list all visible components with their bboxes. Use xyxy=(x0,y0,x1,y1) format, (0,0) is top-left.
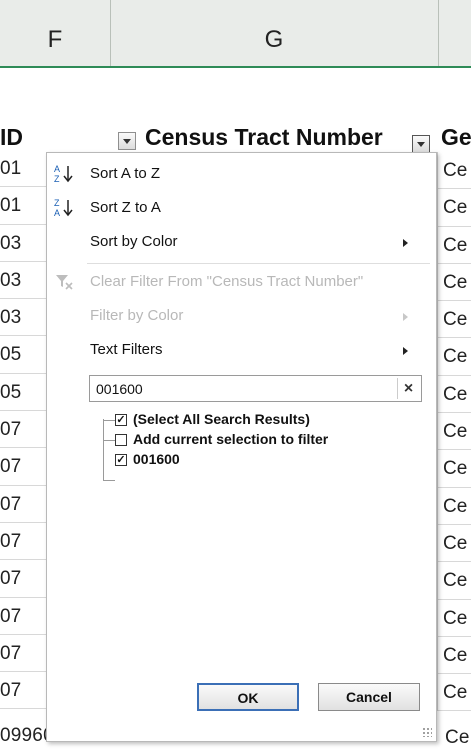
filter-search-box: × xyxy=(89,375,422,402)
census-tract-header: Census Tract Number xyxy=(145,124,383,150)
id-cell[interactable]: 05 xyxy=(0,374,46,412)
next-column-cell[interactable]: Ce xyxy=(438,637,471,675)
menu-item-label: Clear Filter From "Census Tract Number" xyxy=(90,273,364,290)
submenu-arrow-icon xyxy=(403,239,408,247)
add-current-selection-checkbox[interactable] xyxy=(115,434,127,446)
column-separator xyxy=(438,0,439,66)
menu-item-label: Sort by Color xyxy=(90,233,178,250)
menu-item-label: Sort A to Z xyxy=(90,165,161,182)
select-all-checkbox[interactable]: ✓ xyxy=(115,414,127,426)
next-column-cell[interactable]: Ce xyxy=(438,338,471,376)
resize-grip-icon[interactable] xyxy=(422,727,432,737)
menu-item-label: Filter by Color xyxy=(90,307,184,324)
menu-item-sort-z-to-a[interactable]: Z A Sort Z to A xyxy=(47,191,436,225)
id-cell[interactable]: 07 xyxy=(0,448,46,486)
svg-text:A: A xyxy=(54,208,60,218)
id-cell[interactable]: 07 xyxy=(0,598,46,635)
menu-item-label: Text Filters xyxy=(90,341,163,358)
id-cell[interactable]: 01 xyxy=(0,187,46,225)
autofilter-dropdown: A Z Sort A to Z Z A Sort Z to A Sort by … xyxy=(46,152,437,742)
menu-separator xyxy=(87,263,430,264)
svg-text:Z: Z xyxy=(54,174,60,184)
id-cell[interactable]: 03 xyxy=(0,262,46,300)
next-column-cell[interactable]: Ce xyxy=(438,301,471,339)
sort-descending-icon: Z A xyxy=(53,197,75,219)
sort-ascending-icon: A Z xyxy=(53,163,75,185)
census-tract-filter-button[interactable] xyxy=(412,135,430,153)
next-column-cell[interactable]: Ce xyxy=(438,152,471,190)
next-column-cell[interactable]: Ce xyxy=(438,562,471,600)
menu-item-clear-filter[interactable]: Clear Filter From "Census Tract Number" xyxy=(47,265,436,299)
clear-filter-icon xyxy=(53,271,75,293)
next-column-cell[interactable]: Ce xyxy=(438,376,471,414)
menu-item-text-filters[interactable]: Text Filters xyxy=(47,333,436,367)
menu-item-sort-by-color[interactable]: Sort by Color xyxy=(47,225,436,259)
submenu-arrow-icon xyxy=(403,347,408,355)
add-current-selection-label[interactable]: Add current selection to filter xyxy=(133,431,328,447)
id-column-cells: 01 01 03 03 03 05 05 07 07 07 07 07 07 0… xyxy=(0,150,46,710)
column-header-bar: F G xyxy=(0,0,471,68)
value-001600-label[interactable]: 001600 xyxy=(133,451,180,467)
id-column-header: ID xyxy=(0,124,23,150)
id-cell[interactable]: 05 xyxy=(0,336,46,374)
column-header-f[interactable]: F xyxy=(0,0,110,66)
ok-button[interactable]: OK xyxy=(197,683,299,711)
id-cell[interactable]: 07 xyxy=(0,486,46,523)
next-column-header: Ge xyxy=(441,124,471,150)
svg-text:A: A xyxy=(54,164,60,174)
id-cell[interactable]: 07 xyxy=(0,635,46,673)
column-header-g[interactable]: G xyxy=(110,0,438,66)
cancel-button[interactable]: Cancel xyxy=(318,683,420,711)
bottom-next-cell[interactable]: Ce xyxy=(445,727,470,749)
next-column-cell[interactable]: Ce xyxy=(438,450,471,488)
filter-search-input[interactable] xyxy=(94,380,388,398)
id-cell[interactable]: 07 xyxy=(0,560,46,598)
id-cell[interactable]: 01 xyxy=(0,150,46,188)
next-column-cell[interactable]: Ce xyxy=(438,189,471,227)
next-column-cell[interactable]: Ce xyxy=(438,488,471,525)
menu-item-filter-by-color[interactable]: Filter by Color xyxy=(47,299,436,333)
id-cell[interactable]: 07 xyxy=(0,523,46,561)
next-column-cell[interactable]: Ce xyxy=(438,413,471,451)
menu-item-sort-a-to-z[interactable]: A Z Sort A to Z xyxy=(47,157,436,191)
id-cell[interactable]: 03 xyxy=(0,225,46,262)
menu-item-label: Sort Z to A xyxy=(90,199,161,216)
value-001600-checkbox[interactable]: ✓ xyxy=(115,454,127,466)
next-column-cells: Ce Ce Ce Ce Ce Ce Ce Ce Ce Ce Ce Ce Ce C… xyxy=(437,152,471,712)
tree-connector xyxy=(103,480,115,481)
id-cell[interactable]: 03 xyxy=(0,299,46,337)
next-column-cell[interactable]: Ce xyxy=(438,525,471,563)
submenu-arrow-icon xyxy=(403,313,408,321)
id-filter-button[interactable] xyxy=(118,132,136,150)
id-cell[interactable]: 07 xyxy=(0,411,46,449)
tree-connector xyxy=(103,440,115,441)
tree-connector xyxy=(103,420,115,421)
svg-text:Z: Z xyxy=(54,198,60,208)
next-column-cell[interactable]: Ce xyxy=(438,674,471,712)
next-column-cell[interactable]: Ce xyxy=(438,600,471,637)
select-all-label[interactable]: (Select All Search Results) xyxy=(133,411,310,427)
next-column-cell[interactable]: Ce xyxy=(438,264,471,302)
id-cell[interactable]: 07 xyxy=(0,672,46,710)
filter-value-list: ✓ (Select All Search Results) Add curren… xyxy=(89,409,422,659)
tree-connector xyxy=(103,419,104,481)
next-column-cell[interactable]: Ce xyxy=(438,227,471,264)
clear-search-icon[interactable]: × xyxy=(397,378,419,399)
